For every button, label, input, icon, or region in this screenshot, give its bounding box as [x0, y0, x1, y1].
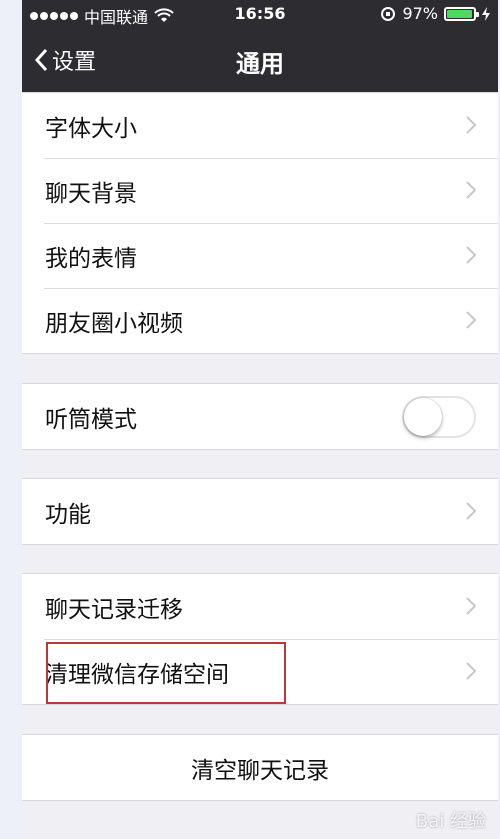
earpiece-mode-toggle[interactable] — [402, 396, 476, 438]
settings-item-moments-video[interactable]: 朋友圈小视频 — [22, 288, 498, 353]
settings-item-chat-migration[interactable]: 聊天记录迁移 — [22, 574, 498, 639]
battery-level-fill — [447, 9, 472, 18]
settings-item-chat-background[interactable]: 聊天背景 — [22, 158, 498, 223]
settings-item-label: 聊天记录迁移 — [45, 596, 183, 623]
highlight-box — [46, 642, 286, 704]
settings-item-label: 聊天背景 — [45, 180, 137, 207]
settings-group-clear-history: 清空聊天记录 — [22, 734, 498, 801]
settings-item-label: 字体大小 — [45, 115, 137, 142]
chevron-right-icon — [466, 662, 477, 680]
battery-icon — [444, 6, 479, 21]
settings-group-earpiece: 听筒模式 — [22, 383, 498, 450]
settings-item-label: 我的表情 — [45, 245, 137, 272]
settings-item-my-stickers[interactable]: 我的表情 — [22, 223, 498, 288]
navigation-bar: 设置 通用 — [22, 28, 498, 94]
orientation-lock-icon — [381, 6, 396, 21]
chevron-right-icon — [466, 597, 477, 615]
phone-screen: 中国联通 16:56 97% 设置 通用 字体大小 聊天背景 我的表情 朋友圈小… — [22, 0, 498, 839]
battery-area: 97% — [380, 4, 490, 23]
settings-group-features: 功能 — [22, 478, 498, 545]
settings-group-display: 字体大小 聊天背景 我的表情 朋友圈小视频 — [22, 92, 498, 354]
status-bar: 中国联通 16:56 97% — [22, 0, 498, 28]
page-title: 通用 — [236, 50, 284, 78]
chevron-right-icon — [466, 116, 477, 134]
watermark: Bai 经验 — [415, 811, 486, 832]
settings-item-label: 朋友圈小视频 — [45, 310, 183, 337]
chevron-right-icon — [466, 246, 477, 264]
charging-bolt-icon — [482, 6, 490, 21]
clear-chat-history-label: 清空聊天记录 — [191, 757, 329, 784]
chevron-right-icon — [466, 502, 477, 520]
clear-chat-history-button[interactable]: 清空聊天记录 — [22, 735, 498, 800]
settings-item-font-size[interactable]: 字体大小 — [22, 93, 498, 158]
settings-item-earpiece-mode: 听筒模式 — [22, 384, 498, 449]
chevron-right-icon — [466, 181, 477, 199]
settings-item-features[interactable]: 功能 — [22, 479, 498, 544]
settings-item-label: 功能 — [45, 501, 91, 528]
chevron-right-icon — [466, 311, 477, 329]
settings-item-label: 听筒模式 — [45, 406, 137, 433]
toggle-knob — [404, 398, 442, 436]
battery-percent: 97% — [402, 4, 438, 23]
